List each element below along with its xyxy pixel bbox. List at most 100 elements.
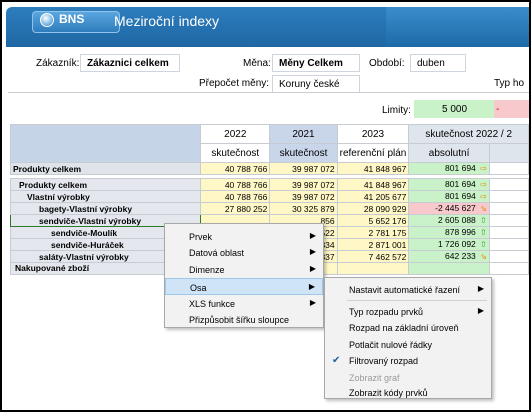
table-row[interactable]: bagety-Vlastní výrobky 27 880 252 30 325… [9,202,529,215]
table-row[interactable]: Vlastní výrobky 40 788 766 39 987 072 41… [9,190,529,203]
cell-value[interactable]: 39 987 072 [269,162,338,175]
row-label[interactable]: Vlastní výrobky [9,190,202,203]
cell-value[interactable]: 5 652 176 [336,214,410,227]
app-title: Meziroční indexy [114,13,220,29]
app-window: BNS Meziroční indexy Zákazník: Zákaznici… [0,0,531,412]
menu-item-label: Zobrazit kódy prvků [349,388,428,398]
context-menu: Prvek ▶ Datová oblast ▶ Dimenze ▶ Osa ▶ XLS … [164,223,324,328]
submenu-osa: Nastavit automatické řazení ▶ Typ rozpadu… [324,277,492,399]
cell-value[interactable]: 30 325 879 [269,202,338,215]
chevron-right-icon: ▶ [309,247,316,256]
cell-abs[interactable]: 801 694 ⇨ [408,190,490,203]
cell-value[interactable]: 27 880 252 [200,202,271,215]
cell-extra[interactable] [488,238,529,251]
abs-group-header[interactable]: skutečnost 2022 / 2 [408,124,529,144]
chevron-right-icon: ▶ [309,231,316,240]
cell-value[interactable]: 40 788 766 [200,162,271,175]
cell-extra[interactable] [488,250,529,263]
type-label: Typ ho [494,78,525,89]
menu-item-potlacit-nulove[interactable]: Potlačit nulové řádky [325,336,491,353]
cell-abs[interactable]: 2 605 088 ⇧ [408,214,490,227]
cell-abs[interactable]: 801 694 ⇨ [408,178,490,191]
menu-item-rozpad-zakladni[interactable]: Rozpad na základní úroveň [325,319,491,336]
menu-item-label: XLS funkce [189,299,236,309]
arrow-up-icon: ⇧ [480,228,487,237]
abs-value: 2 605 088 [437,215,476,226]
menu-item-label: Dimenze [189,265,225,275]
menu-item-filtrovany-rozpad[interactable]: ✔ Filtrovaný rozpad [325,352,491,369]
chevron-right-icon: ▶ [477,284,484,293]
subheader-plan: referenční plán [336,143,410,163]
cell-abs[interactable] [408,262,490,275]
period-field[interactable]: duben [410,54,466,72]
cell-extra[interactable] [488,190,529,203]
table-row[interactable]: Produkty celkem 40 788 766 39 987 072 41… [9,178,529,191]
currency-field[interactable]: Měny Celkem [272,54,360,72]
customer-label: Zákazník: [36,58,80,69]
cell-extra[interactable] [488,202,529,215]
cell-extra[interactable] [488,226,529,239]
menu-item-datova-oblast[interactable]: Datová oblast ▶ [165,244,323,261]
row-label[interactable]: bagety-Vlastní výrobky [9,202,202,215]
cell-value[interactable]: 2 871 001 [336,238,410,251]
cell-value[interactable]: 41 848 967 [336,178,410,191]
abs-value: 801 694 [445,179,476,190]
cell-abs[interactable]: 801 694 ⇨ [408,162,490,175]
menu-item-xls-funkce[interactable]: XLS funkce ▶ [165,295,323,312]
subheader-actual-1: skutečnost [200,143,271,163]
cell-extra[interactable] [488,162,529,175]
menu-item-label: Přizpůsobit šířku sloupce [189,315,290,325]
chevron-right-icon: ▶ [477,306,484,315]
cell-value[interactable]: 28 090 929 [336,202,410,215]
currency-label: Měna: [243,58,271,69]
year-header-2022[interactable]: 2022 [200,124,271,144]
menu-item-label: Prvek [189,232,213,242]
cell-value[interactable]: 41 205 677 [336,190,410,203]
limit-positive-field[interactable]: 5 000 [414,100,494,118]
cell-value[interactable]: 7 462 572 [336,250,410,263]
cell-abs[interactable]: 878 996 ⇧ [408,226,490,239]
menu-item-zobrazit-kody[interactable]: Zobrazit kódy prvků [325,384,491,401]
cell-value[interactable] [336,262,410,275]
cell-value[interactable]: 39 987 072 [269,178,338,191]
customer-field[interactable]: Zákaznici celkem [80,54,180,72]
title-bar-tab-shape [386,7,529,47]
grid-corner [9,124,202,163]
year-header-2021[interactable]: 2021 [269,124,338,144]
cell-extra[interactable] [488,214,529,227]
logo-text: BNS [59,12,85,26]
cell-value[interactable]: 39 987 072 [269,190,338,203]
menu-item-typ-rozpadu[interactable]: Typ rozpadu prvků ▶ [325,303,491,320]
cell-extra[interactable] [488,178,529,191]
menu-item-dimenze[interactable]: Dimenze ▶ [165,261,323,278]
cell-extra[interactable] [488,262,529,275]
row-label[interactable]: Produkty celkem [9,178,202,191]
limit-negative-field[interactable]: - [494,100,529,118]
menu-item-prizpusobit-sirku[interactable]: Přizpůsobit šířku sloupce [165,311,323,328]
menu-item-label: Nastavit automatické řazení [349,285,461,295]
abs-value: 1 726 092 [437,239,476,250]
table-row[interactable]: Produkty celkem 40 788 766 39 987 072 41… [9,162,529,175]
conversion-field[interactable]: Koruny české [272,75,360,93]
cell-value[interactable]: 40 788 766 [200,190,271,203]
cell-value[interactable]: 41 848 967 [336,162,410,175]
menu-item-prvek[interactable]: Prvek ▶ [165,228,323,245]
year-header-2023[interactable]: 2023 [336,124,410,144]
limits-label: Limity: [382,105,411,116]
arrow-up-icon: ⇧ [480,216,487,225]
menu-item-label: Osa [190,283,207,293]
cell-value[interactable]: 2 781 175 [336,226,410,239]
menu-item-osa[interactable]: Osa ▶ [165,278,323,295]
cell-abs[interactable]: 1 726 092 ⇧ [408,238,490,251]
menu-item-label: Filtrovaný rozpad [349,356,419,366]
menu-item-label: Zobrazit graf [349,373,400,383]
cell-abs[interactable]: 642 233 ⇘ [408,250,490,263]
menu-item-automaticke-razeni[interactable]: Nastavit automatické řazení ▶ [325,281,491,298]
arrow-down-right-icon: ⇘ [480,252,487,261]
arrow-right-icon: ⇨ [480,192,487,201]
arrow-right-icon: ⇨ [480,164,487,173]
subheader-absolute: absolutní [408,143,490,163]
cell-abs[interactable]: -2 445 627 ⇘ [408,202,490,215]
cell-value[interactable]: 40 788 766 [200,178,271,191]
row-label[interactable]: Produkty celkem [9,162,202,175]
